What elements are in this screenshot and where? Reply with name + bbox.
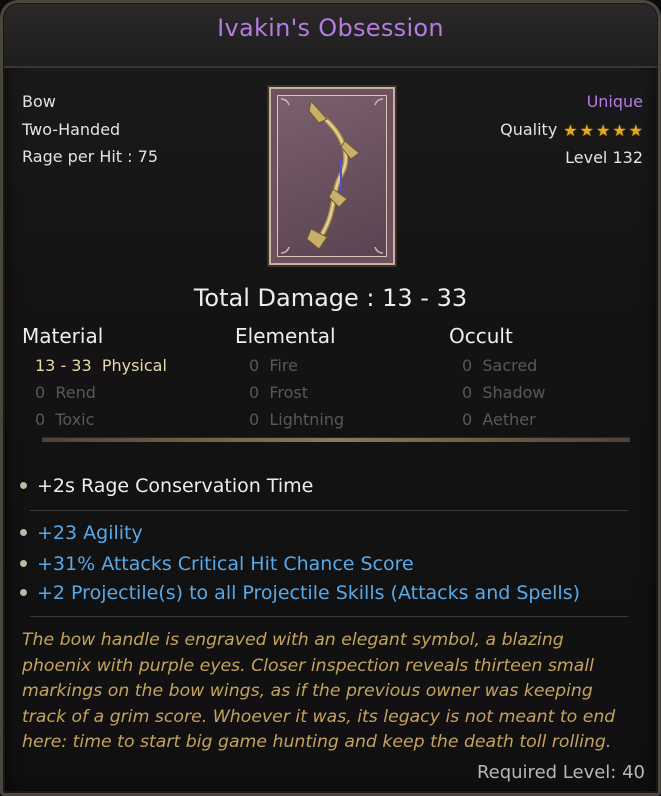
damage-sacred: 0 Sacred — [462, 356, 538, 375]
quality-stars: ★ ★ ★ ★ ★ — [563, 117, 643, 145]
column-header-material: Material — [22, 324, 104, 348]
bullet-icon — [20, 560, 27, 567]
item-rarity: Unique — [586, 92, 643, 111]
section-divider — [42, 437, 630, 442]
bow-icon — [280, 98, 384, 254]
item-type: Bow — [22, 92, 56, 111]
star-icon: ★ — [563, 120, 578, 140]
lore-line: here: time to start big game hunting and… — [22, 732, 612, 753]
rage-per-hit: Rage per Hit : 75 — [22, 147, 158, 166]
star-icon: ★ — [628, 120, 643, 140]
item-info-left: Bow Two-Handed Rage per Hit : 75 — [22, 88, 158, 171]
total-damage: Total Damage : 13 - 33 — [193, 284, 468, 312]
damage-fire: 0 Fire — [249, 356, 298, 375]
magic-modifier: +23 Agility — [20, 522, 143, 544]
modifier-text: +31% Attacks Critical Hit Chance Score — [37, 553, 414, 575]
bullet-icon — [20, 529, 27, 536]
item-handedness: Two-Handed — [22, 119, 121, 139]
modifier-text: +2s Rage Conservation Time — [37, 475, 314, 497]
quality-label: Quality — [500, 119, 558, 139]
magic-modifier: +2 Projectile(s) to all Projectile Skill… — [20, 582, 580, 604]
modifier-divider — [30, 510, 628, 511]
damage-aether: 0 Aether — [462, 410, 536, 429]
modifier-text: +23 Agility — [37, 522, 143, 544]
damage-lightning: 0 Lightning — [249, 410, 345, 429]
damage-physical: 13 - 33 Physical — [35, 356, 167, 375]
damage-shadow: 0 Shadow — [462, 383, 546, 402]
lore-line: track of a grim score. Whoever it was, i… — [22, 706, 616, 727]
item-name: Ivakin's Obsession — [217, 14, 444, 42]
required-level: Required Level: 40 — [476, 762, 645, 783]
star-icon: ★ — [612, 120, 627, 140]
lore-line: phoenix with purple eyes. Closer inspect… — [22, 655, 594, 676]
column-header-elemental: Elemental — [235, 324, 336, 348]
star-icon: ★ — [595, 120, 611, 140]
lore-text: The bow handle is engraved with an elega… — [22, 628, 647, 756]
item-level: Level 132 — [565, 148, 643, 167]
bullet-icon — [20, 482, 27, 489]
base-modifier: +2s Rage Conservation Time — [20, 475, 313, 497]
bullet-icon — [20, 589, 27, 596]
damage-toxic: 0 Toxic — [35, 410, 95, 429]
item-image — [269, 87, 395, 265]
magic-modifier: +31% Attacks Critical Hit Chance Score — [20, 553, 414, 575]
damage-frost: 0 Frost — [249, 383, 309, 402]
lore-line: markings on the bow wings, as if the pre… — [22, 681, 593, 702]
lore-divider — [30, 616, 628, 617]
item-info-right: Unique Quality ★ ★ ★ ★ ★ Level 132 — [500, 88, 643, 172]
damage-rend: 0 Rend — [35, 383, 96, 402]
lore-line: The bow handle is engraved with an elega… — [22, 630, 564, 650]
star-icon: ★ — [579, 120, 594, 140]
quality-row: Quality ★ ★ ★ ★ ★ — [500, 116, 643, 145]
column-header-occult: Occult — [449, 324, 513, 348]
modifier-text: +2 Projectile(s) to all Projectile Skill… — [37, 582, 581, 604]
